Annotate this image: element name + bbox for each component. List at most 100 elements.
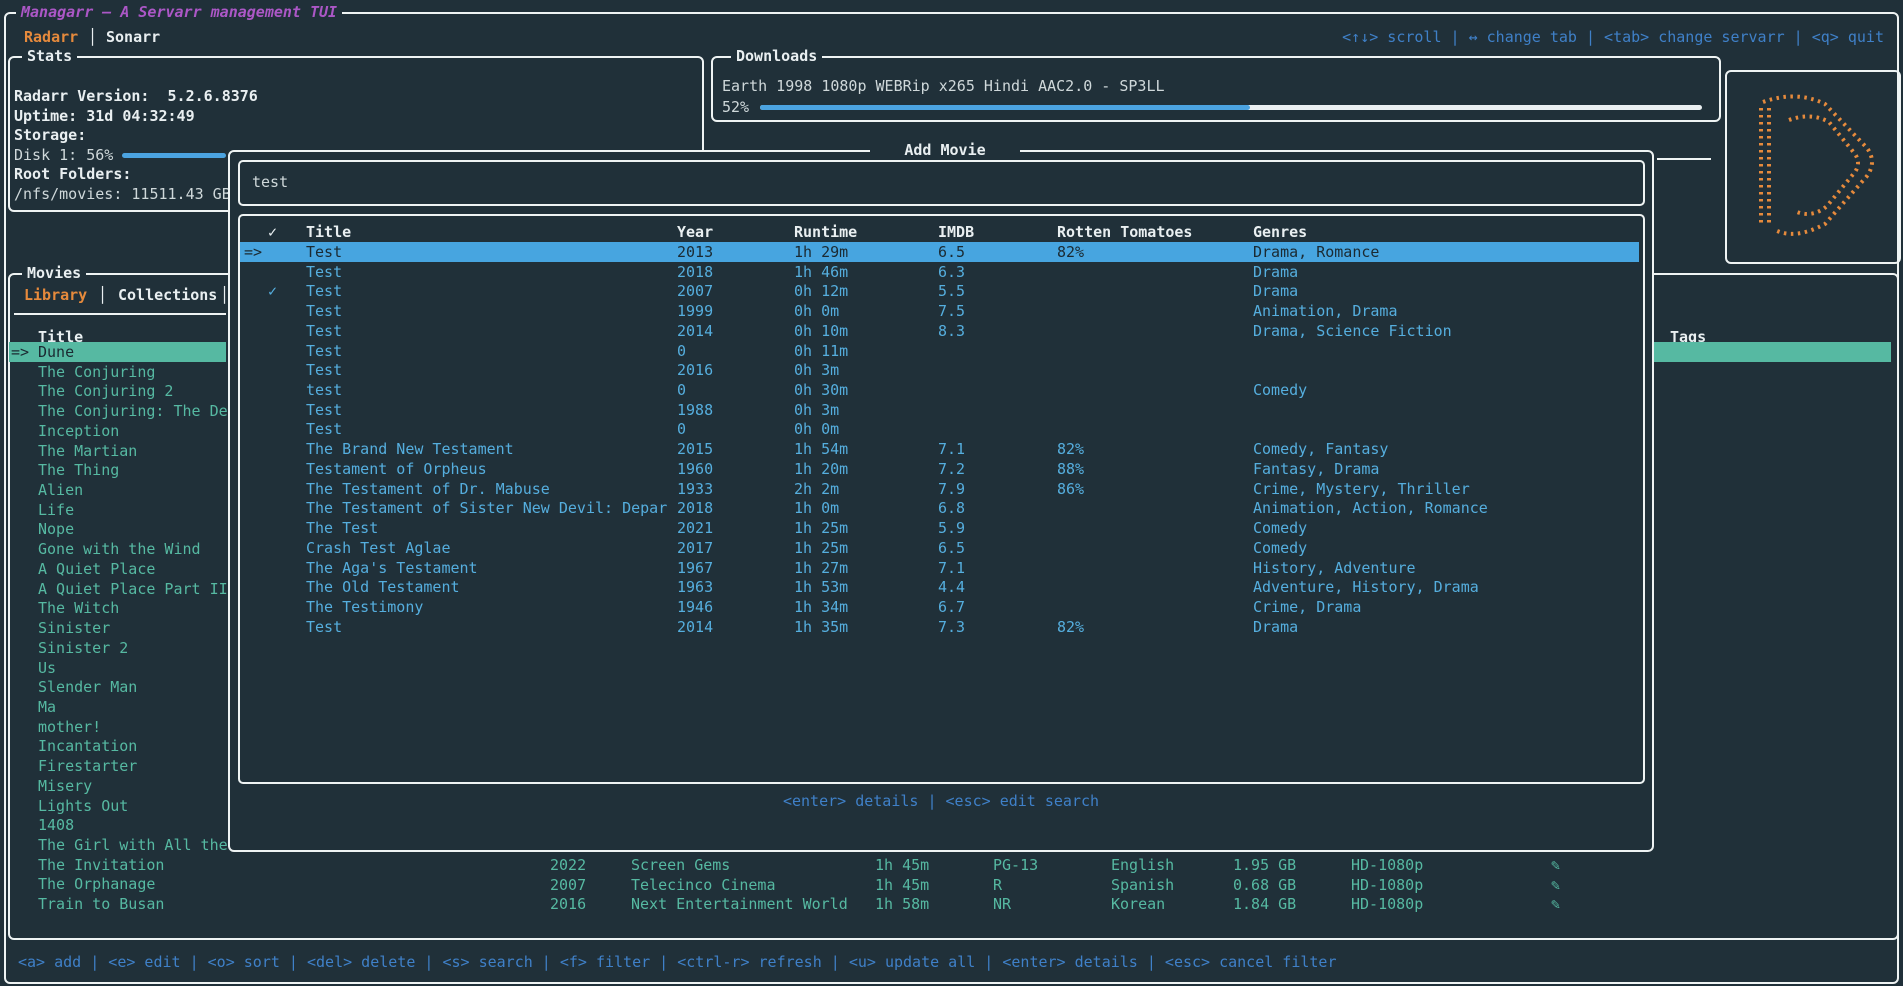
movies-panel-title: Movies <box>22 263 86 283</box>
movie-list-item[interactable]: Slender Man <box>38 677 137 697</box>
result-cell-runtime: 1h 25m <box>794 538 848 558</box>
result-cell-title: Crash Test Aglae <box>306 538 451 558</box>
movie-list-item[interactable]: The Invitation <box>38 855 164 875</box>
result-cell-title: Test <box>306 400 342 420</box>
detail-cell-runtime: 1h 58m <box>875 894 929 914</box>
detail-cell-language: Spanish <box>1111 875 1174 895</box>
result-cell-runtime[interactable]: 0h 3m <box>794 400 839 420</box>
result-cell-runtime: 1h 0m <box>794 498 839 518</box>
result-cell-genres[interactable]: Animation, Drama <box>1253 301 1398 321</box>
result-cell-genres[interactable]: Comedy <box>1253 380 1307 400</box>
detail-cell-language: Korean <box>1111 894 1165 914</box>
tab-library[interactable]: Library <box>24 285 87 305</box>
movie-list-item[interactable]: Firestarter <box>38 756 137 776</box>
result-cell-runtime: 1h 27m <box>794 558 848 578</box>
result-cell-runtime[interactable]: 0h 3m <box>794 360 839 380</box>
movie-list-item[interactable]: Dune <box>38 342 74 362</box>
movie-list-item[interactable]: Sinister <box>38 618 110 638</box>
result-cell-year: 2021 <box>677 518 713 538</box>
result-cell-runtime: 1h 35m <box>794 617 848 637</box>
movie-list-item[interactable]: 1408 <box>38 815 74 835</box>
footer-keybind-hints: <a> add | <e> edit | <o> sort | <del> de… <box>18 952 1337 972</box>
library-tab-separator: │ <box>98 285 107 305</box>
result-cell-genres[interactable]: Fantasy, Drama <box>1253 459 1379 479</box>
detail-cell-runtime: 1h 45m <box>875 875 929 895</box>
result-cell-year: 2018 <box>677 262 713 282</box>
result-cell-genres[interactable]: Comedy <box>1253 538 1307 558</box>
result-cell-imdb: 5.5 <box>938 281 965 301</box>
result-cell-genres[interactable]: Crime, Mystery, Thriller <box>1253 479 1470 499</box>
tab-separator: │ <box>88 27 97 47</box>
result-cell-title: Testament of Orpheus <box>306 459 487 479</box>
movie-list-item[interactable]: A Quiet Place <box>38 559 155 579</box>
movie-list-item[interactable]: The Girl with All the <box>38 835 228 855</box>
result-cell-genres[interactable]: Drama <box>1253 262 1298 282</box>
movie-list-item[interactable]: The Orphanage <box>38 874 155 894</box>
result-cell-title: The Test <box>306 518 378 538</box>
downloads-panel-title: Downloads <box>731 46 822 66</box>
movie-list-item[interactable]: mother! <box>38 717 101 737</box>
movie-list-item[interactable]: Inception <box>38 421 119 441</box>
tabs-underline <box>14 313 226 315</box>
result-cell-genres[interactable]: Drama <box>1253 617 1298 637</box>
movie-list-item[interactable]: Lights Out <box>38 796 128 816</box>
movie-list-item[interactable]: Life <box>38 500 74 520</box>
tab-collections[interactable]: Collections <box>118 285 217 305</box>
result-cell-rt: 88% <box>1057 459 1084 479</box>
movie-list-item[interactable]: Nope <box>38 519 74 539</box>
movie-list-item[interactable]: Incantation <box>38 736 137 756</box>
managarr-app: Managarr – A Servarr management TUI Rada… <box>0 0 1903 986</box>
result-cell-year: 1967 <box>677 558 713 578</box>
movie-list-item[interactable]: The Conjuring: The De <box>38 401 228 421</box>
result-cell-genres[interactable]: Drama, Science Fiction <box>1253 321 1452 341</box>
result-cell-genres[interactable]: Animation, Action, Romance <box>1253 498 1488 518</box>
detail-cell-certification: NR <box>993 894 1011 914</box>
result-cell-imdb: 4.4 <box>938 577 965 597</box>
result-cell-genres[interactable]: Drama, Romance <box>1253 242 1379 262</box>
movie-list-item[interactable]: The Thing <box>38 460 119 480</box>
selected-movie-marker: => <box>11 342 29 362</box>
result-cell-runtime: 1h 20m <box>794 459 848 479</box>
tab-radarr[interactable]: Radarr <box>24 27 78 47</box>
movie-list-item[interactable]: Sinister 2 <box>38 638 128 658</box>
result-cell-title: The Testament of Sister New Devil: Depar <box>306 498 667 518</box>
result-cell-runtime[interactable]: 0h 0m <box>794 419 839 439</box>
tab-sonarr[interactable]: Sonarr <box>106 27 160 47</box>
result-cell-genres[interactable]: Comedy <box>1253 518 1307 538</box>
result-cell-imdb: 6.7 <box>938 597 965 617</box>
detail-cell-studio: Next Entertainment World <box>631 894 848 914</box>
movie-list-item[interactable]: A Quiet Place Part II <box>38 579 228 599</box>
result-cell-year: 2018 <box>677 498 713 518</box>
edit-pencil-icon: ✎ <box>1551 855 1560 875</box>
result-cell-runtime: 0h 12m <box>794 281 848 301</box>
result-cell-runtime[interactable]: 0h 11m <box>794 341 848 361</box>
stats-rootfolder-value: /nfs/movies: 11511.43 GB <box>14 184 231 204</box>
result-cell-year: 0 <box>677 419 686 439</box>
movie-list-item[interactable]: The Martian <box>38 441 137 461</box>
movie-search-input[interactable]: test <box>238 160 1645 206</box>
result-cell-genres[interactable]: Comedy, Fantasy <box>1253 439 1388 459</box>
result-cell-imdb: 7.3 <box>938 617 965 637</box>
movie-list-item[interactable]: The Conjuring <box>38 362 155 382</box>
movie-list-item[interactable]: Gone with the Wind <box>38 539 201 559</box>
result-cell-genres[interactable]: Crime, Drama <box>1253 597 1361 617</box>
result-cell-year: 1999 <box>677 301 713 321</box>
result-cell-runtime: 1h 29m <box>794 242 848 262</box>
movie-list-item[interactable]: The Conjuring 2 <box>38 381 173 401</box>
result-cell-genres[interactable]: History, Adventure <box>1253 558 1416 578</box>
result-cell-runtime: 0h 30m <box>794 380 848 400</box>
movie-list-item[interactable]: Misery <box>38 776 92 796</box>
selected-movie-tags-highlight <box>1654 342 1891 362</box>
movie-list-item[interactable]: Us <box>38 658 56 678</box>
movie-list-item[interactable]: Ma <box>38 697 56 717</box>
result-cell-year: 1988 <box>677 400 713 420</box>
movie-list-item[interactable]: Alien <box>38 480 83 500</box>
stats-disk-label: Disk 1: 56% <box>14 145 113 165</box>
movie-list-item[interactable]: Train to Busan <box>38 894 164 914</box>
popup-keybind-hints: <enter> details | <esc> edit search <box>230 791 1652 811</box>
movie-list-item[interactable]: The Witch <box>38 598 119 618</box>
result-cell-genres[interactable]: Adventure, History, Drama <box>1253 577 1479 597</box>
detail-cell-certification: R <box>993 875 1002 895</box>
result-cell-genres[interactable]: Drama <box>1253 281 1298 301</box>
col-header-rotten-tomatoes: Rotten Tomatoes <box>1057 222 1192 242</box>
